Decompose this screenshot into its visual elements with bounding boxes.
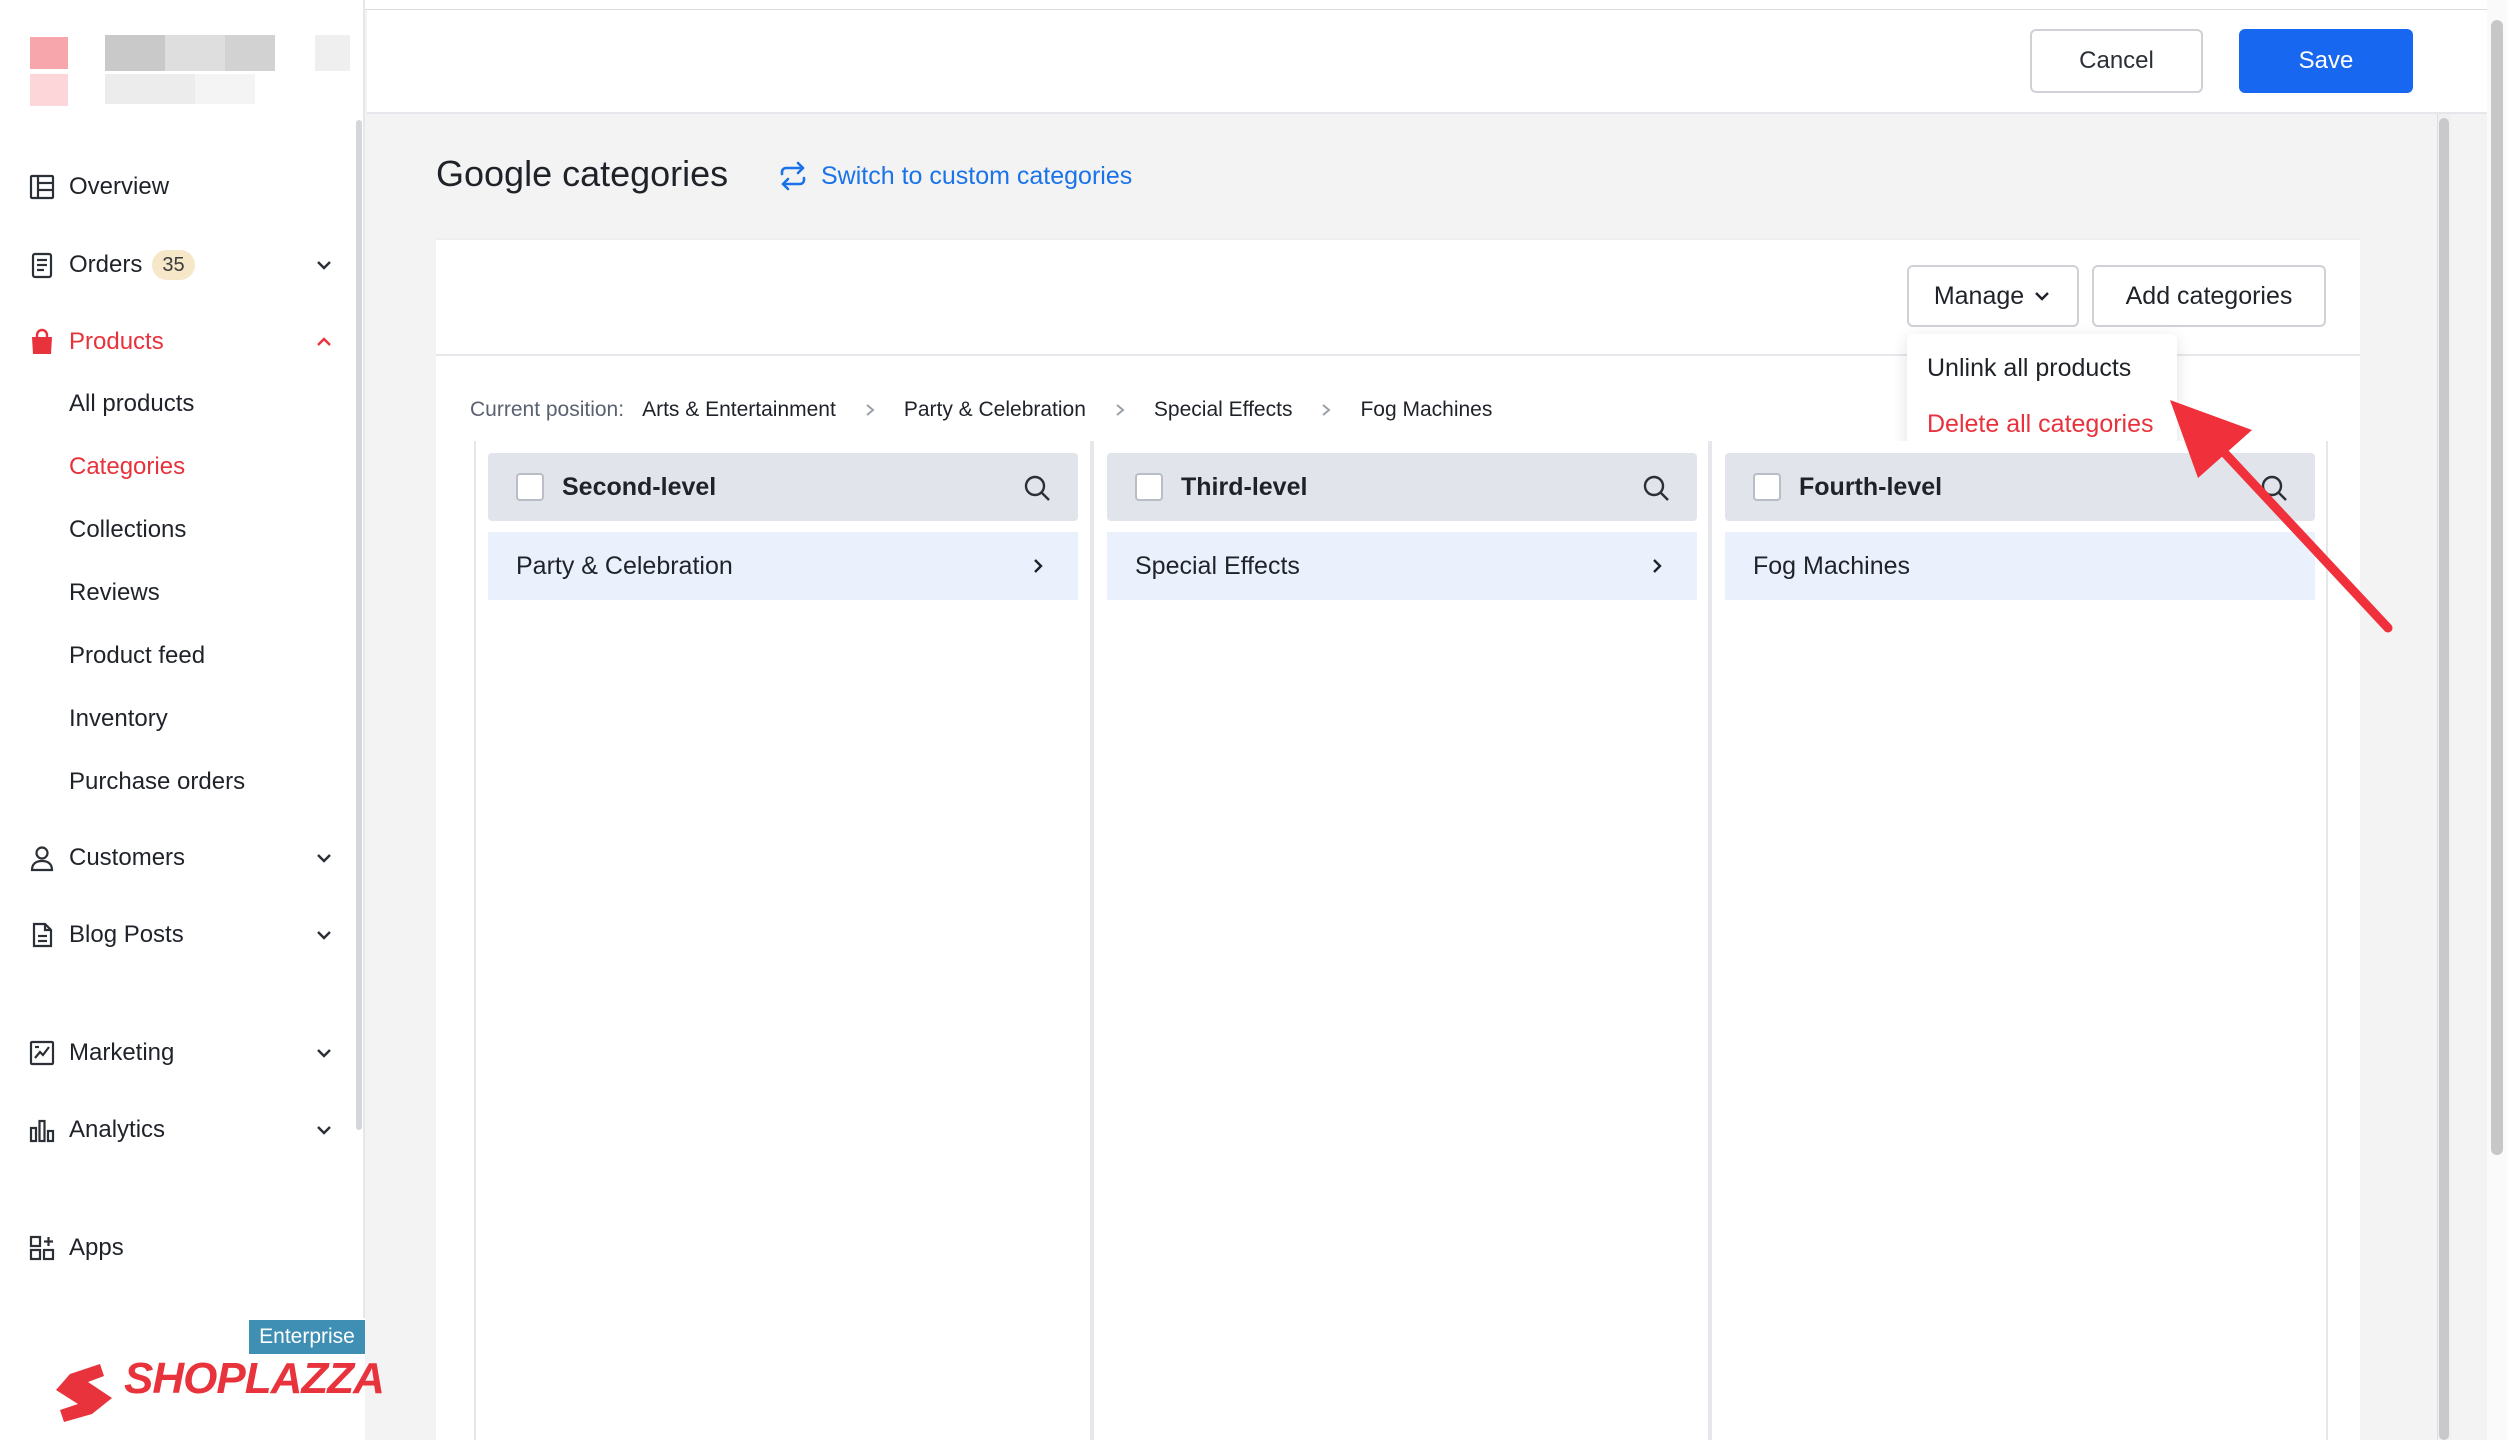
nav-categories[interactable]: Categories	[69, 449, 185, 485]
chevron-right-icon	[862, 402, 878, 418]
nav-analytics-label: Analytics	[69, 1116, 166, 1143]
enterprise-badge: Enterprise	[249, 1320, 365, 1354]
category-name: Fog Machines	[1753, 551, 1911, 580]
chevron-right-icon	[1028, 556, 1048, 576]
column-title: Third-level	[1181, 472, 1308, 501]
nav-customers-label: Customers	[69, 844, 186, 871]
category-row[interactable]: Special Effects	[1107, 532, 1697, 600]
menu-item-delete-all-categories[interactable]: Delete all categories	[1927, 410, 2154, 439]
overview-icon	[26, 171, 58, 203]
main-scrollbar-thumb[interactable]	[2439, 118, 2449, 1440]
column-title: Fourth-level	[1799, 472, 1943, 501]
store-logo-blurred	[30, 30, 360, 110]
orders-icon	[26, 249, 58, 281]
breadcrumb-item[interactable]: Party & Celebration	[904, 398, 1086, 422]
breadcrumb-item[interactable]: Fog Machines	[1360, 398, 1492, 422]
breadcrumb: Current position: Arts & Entertainment P…	[470, 395, 1492, 425]
chevron-right-icon	[1318, 402, 1334, 418]
person-icon	[26, 842, 58, 874]
manage-dropdown-button[interactable]: Manage	[1907, 265, 2079, 327]
menu-item-unlink-all-products[interactable]: Unlink all products	[1927, 354, 2131, 383]
category-name: Party & Celebration	[516, 551, 733, 580]
manage-label: Manage	[1933, 281, 2025, 310]
bar-chart-icon	[26, 1114, 58, 1146]
chevron-down-icon	[2032, 286, 2052, 306]
switch-link-label: Switch to custom categories	[821, 161, 1133, 190]
chevron-down-icon[interactable]	[312, 253, 336, 277]
select-all-checkbox[interactable]	[1135, 473, 1163, 501]
nav-overview-label: Overview	[69, 173, 170, 200]
save-button[interactable]: Save	[2239, 29, 2413, 93]
apps-grid-icon	[26, 1232, 58, 1264]
nav-overview[interactable]: Overview	[26, 163, 336, 211]
cancel-button[interactable]: Cancel	[2030, 29, 2203, 93]
swap-arrows-icon	[777, 160, 809, 192]
add-categories-button[interactable]: Add categories	[2092, 265, 2326, 327]
select-all-checkbox[interactable]	[516, 473, 544, 501]
nav-all-products[interactable]: All products	[69, 386, 194, 422]
top-bar: Cancel Save	[367, 10, 2487, 114]
nav-reviews[interactable]: Reviews	[69, 575, 160, 611]
nav-inventory[interactable]: Inventory	[69, 701, 168, 737]
search-icon[interactable]	[1641, 473, 1671, 503]
column-header: Third-level	[1107, 453, 1697, 521]
column-title: Second-level	[562, 472, 717, 501]
nav-orders[interactable]: Orders 35	[26, 241, 336, 289]
nav-products[interactable]: Products	[26, 318, 336, 366]
nav-products-label: Products	[69, 328, 164, 355]
nav-product-feed[interactable]: Product feed	[69, 638, 205, 674]
brand-name: SHOPLAZZA	[124, 1354, 385, 1403]
chevron-right-icon	[1112, 402, 1128, 418]
category-name: Special Effects	[1135, 551, 1300, 580]
breadcrumb-item[interactable]: Arts & Entertainment	[642, 398, 836, 422]
chevron-up-icon[interactable]	[312, 330, 336, 354]
chevron-right-icon	[1647, 556, 1667, 576]
orders-count-badge: 35	[152, 250, 195, 280]
nav-analytics[interactable]: Analytics	[26, 1106, 336, 1154]
nav-blog-posts-label: Blog Posts	[69, 921, 184, 948]
nav-customers[interactable]: Customers	[26, 834, 336, 882]
category-row[interactable]: Party & Celebration	[488, 532, 1078, 600]
manage-dropdown-menu: Unlink all products Delete all categorie…	[1907, 334, 2177, 458]
breadcrumb-label: Current position:	[470, 398, 625, 421]
chevron-down-icon[interactable]	[312, 1118, 336, 1142]
chevron-down-icon[interactable]	[312, 923, 336, 947]
chevron-down-icon[interactable]	[312, 846, 336, 870]
page-title: Google categories	[436, 153, 729, 194]
nav-apps-label: Apps	[69, 1234, 124, 1261]
search-icon[interactable]	[1022, 473, 1052, 503]
nav-orders-label: Orders	[69, 251, 143, 278]
chevron-down-icon[interactable]	[312, 1041, 336, 1065]
shoplazza-logo-mark	[56, 1364, 112, 1422]
nav-collections[interactable]: Collections	[69, 512, 186, 548]
nav-marketing-label: Marketing	[69, 1039, 175, 1066]
shopping-bag-icon	[26, 326, 58, 358]
breadcrumb-item[interactable]: Special Effects	[1154, 398, 1293, 422]
nav-apps[interactable]: Apps	[26, 1224, 336, 1272]
nav-purchase-orders[interactable]: Purchase orders	[69, 764, 245, 800]
sidebar: Overview Orders 35 Products All products…	[0, 0, 385, 1440]
marketing-icon	[26, 1037, 58, 1069]
browser-top-edge	[0, 0, 2507, 10]
document-icon	[26, 919, 58, 951]
switch-to-custom-link[interactable]: Switch to custom categories	[777, 158, 1132, 194]
nav-marketing[interactable]: Marketing	[26, 1029, 336, 1077]
column-header: Second-level	[488, 453, 1078, 521]
nav-blog-posts[interactable]: Blog Posts	[26, 911, 336, 959]
annotation-arrow	[2160, 390, 2400, 640]
window-scrollbar-thumb[interactable]	[2491, 20, 2503, 1155]
select-all-checkbox[interactable]	[1753, 473, 1781, 501]
sidebar-scrollbar[interactable]	[356, 120, 362, 1130]
